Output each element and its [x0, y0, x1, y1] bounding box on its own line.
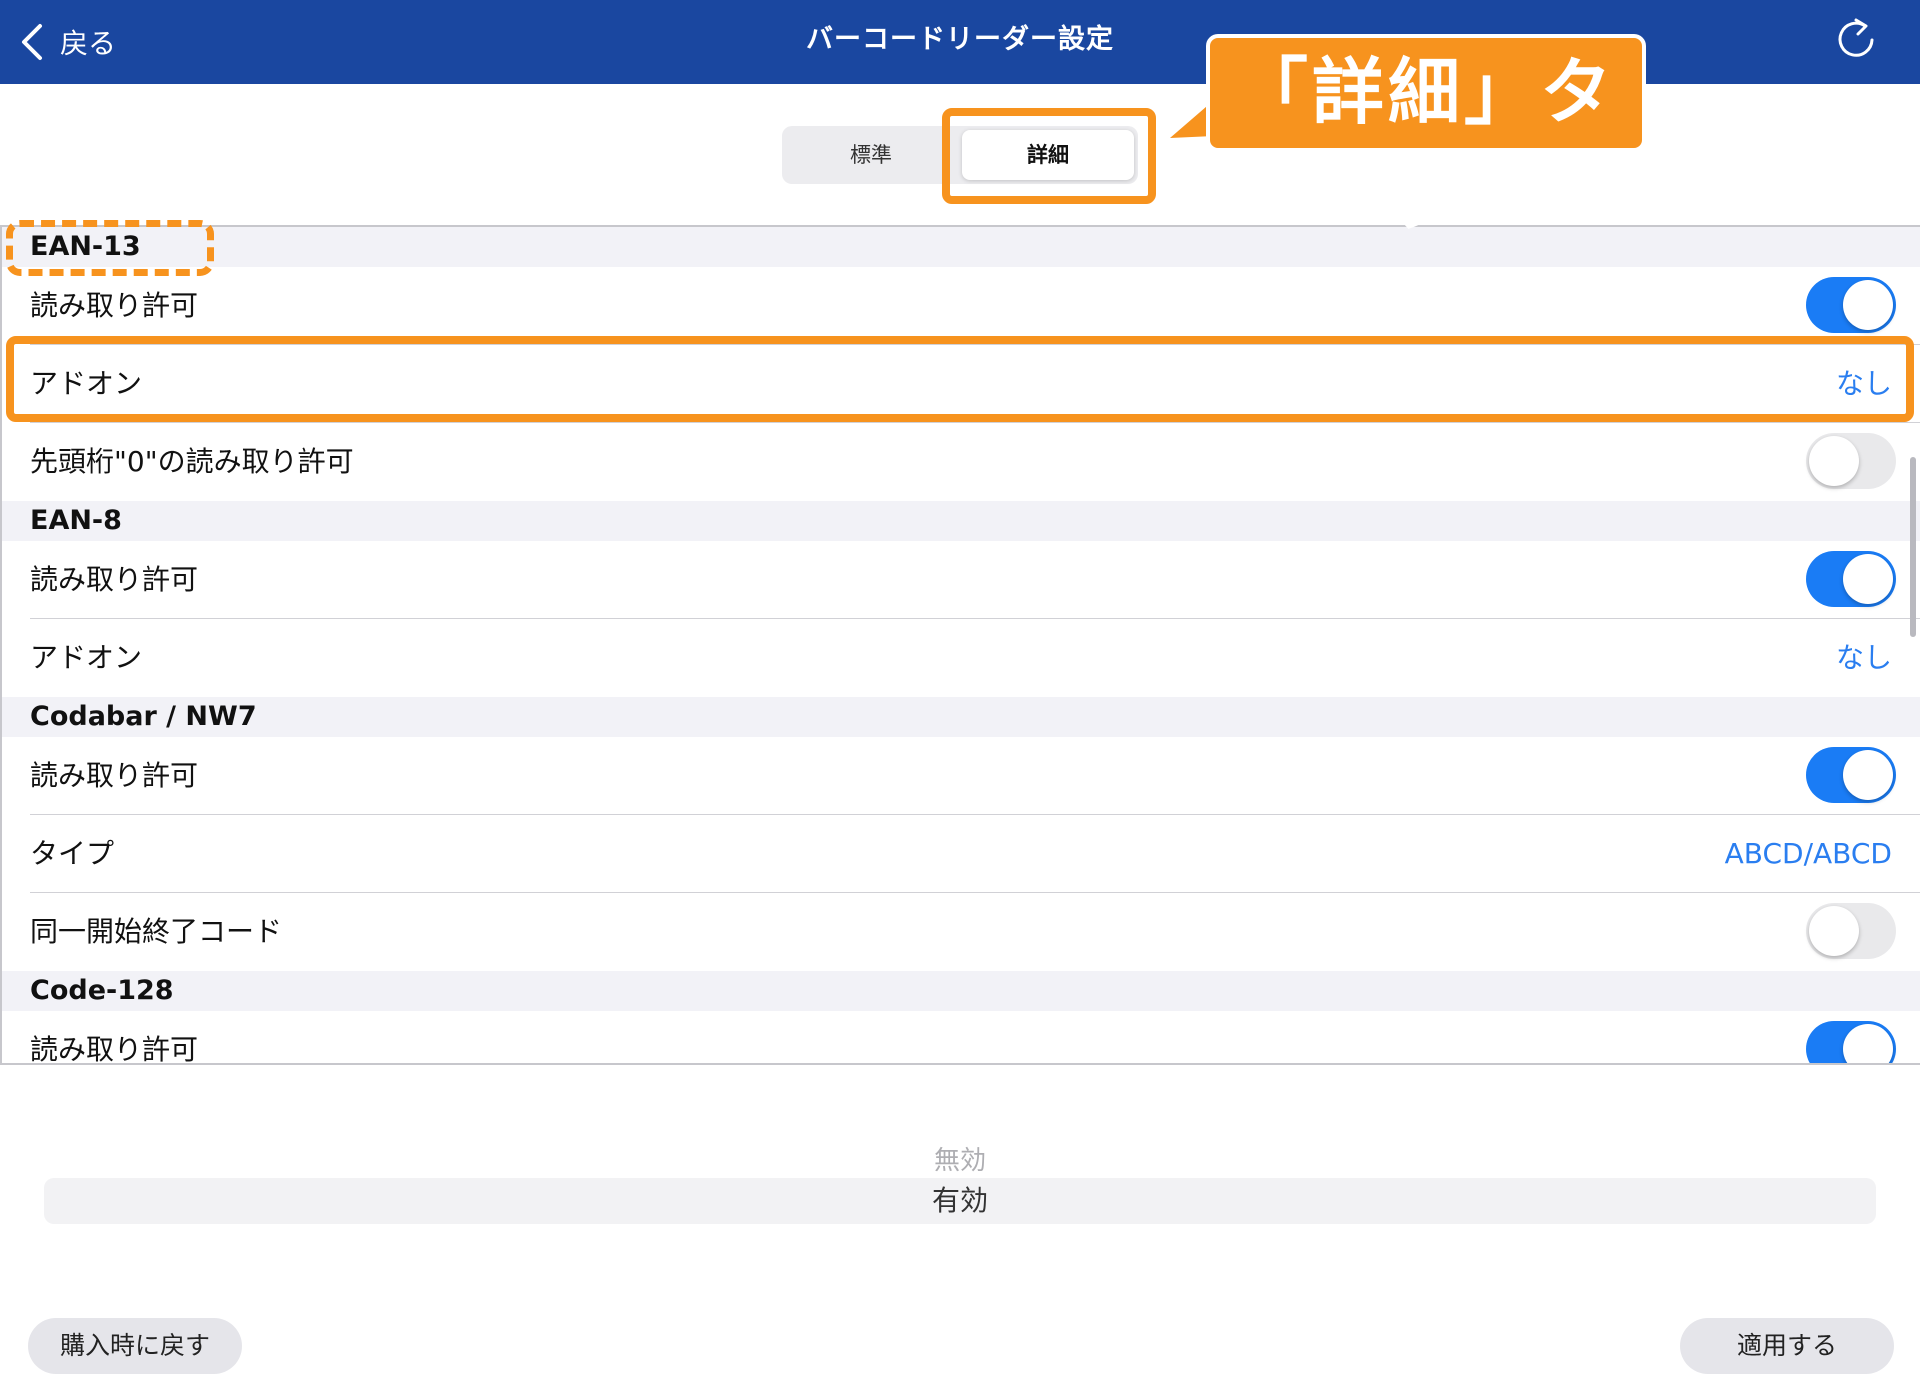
row-value[interactable]: なし [1836, 619, 1892, 697]
toggle-switch[interactable] [1806, 277, 1896, 333]
settings-row: 読み取り許可 [2, 1011, 1920, 1065]
row-label: 読み取り許可 [30, 1033, 199, 1065]
refresh-icon [1838, 18, 1874, 57]
row-label: 読み取り許可 [30, 563, 199, 596]
section-header: Code-128 [2, 971, 1920, 1011]
reset-button[interactable]: 購入時に戻す [28, 1318, 242, 1374]
row-label: タイプ [30, 837, 115, 870]
toggle-knob [1843, 554, 1893, 604]
row-label: アドオン [30, 641, 143, 674]
toggle-knob [1809, 436, 1859, 486]
row-label: 先頭桁"0"の読み取り許可 [30, 445, 354, 478]
toggle-switch[interactable] [1806, 747, 1896, 803]
picker[interactable]: 無効 有効 [44, 1132, 1876, 1224]
section-header: Codabar / NW7 [2, 697, 1920, 737]
row-label: 同一開始終了コード [30, 915, 283, 948]
picker-option[interactable]: 無効 [44, 1140, 1876, 1177]
toggle-switch[interactable] [1806, 433, 1896, 489]
row-label: 読み取り許可 [30, 289, 199, 322]
toggle-switch[interactable] [1806, 1021, 1896, 1063]
settings-row: 同一開始終了コード [2, 893, 1920, 971]
scrollbar[interactable] [1910, 457, 1916, 637]
settings-row[interactable]: タイプ ABCD/ABCD [2, 815, 1920, 893]
section-header: EAN-13 [2, 227, 1920, 267]
toggle-knob [1843, 750, 1893, 800]
toggle-knob [1843, 1024, 1893, 1063]
annotation-tab-highlight [942, 108, 1156, 204]
settings-row: 読み取り許可 [2, 267, 1920, 345]
annotation-row-highlight [6, 336, 1914, 422]
refresh-button[interactable] [1832, 16, 1880, 64]
settings-row: 読み取り許可 [2, 737, 1920, 815]
apply-button[interactable]: 適用する [1680, 1318, 1894, 1374]
toggle-switch[interactable] [1806, 903, 1896, 959]
settings-row: 読み取り許可 [2, 541, 1920, 619]
section-header: EAN-8 [2, 501, 1920, 541]
annotation-section-highlight [6, 220, 214, 276]
toggle-knob [1843, 280, 1893, 330]
annotation-callout: 「詳細」タブ [1206, 34, 1646, 242]
row-value[interactable]: ABCD/ABCD [1725, 815, 1892, 893]
picker-selected-option[interactable]: 有効 [44, 1178, 1876, 1224]
row-label: 読み取り許可 [30, 759, 199, 792]
settings-row: 先頭桁"0"の読み取り許可 [2, 423, 1920, 501]
toggle-knob [1809, 906, 1859, 956]
toggle-switch[interactable] [1806, 551, 1896, 607]
settings-row[interactable]: アドオン なし [2, 619, 1920, 697]
tab-standard[interactable]: 標準 [786, 130, 956, 180]
